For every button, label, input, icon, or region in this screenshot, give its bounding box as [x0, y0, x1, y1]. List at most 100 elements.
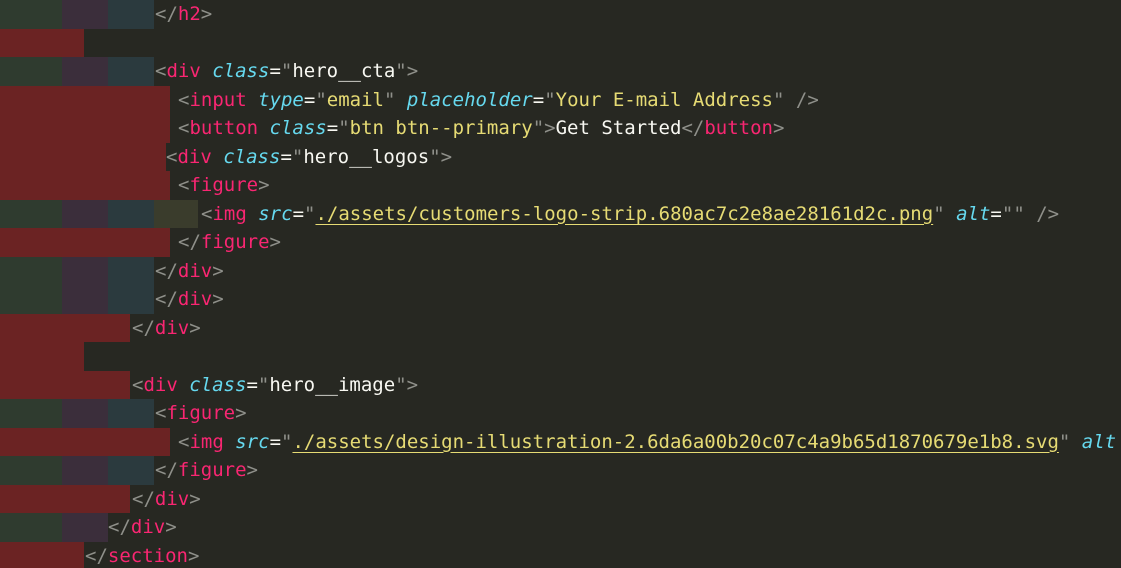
code-token-punct: > [772, 117, 785, 139]
code-token-tag: figure [189, 174, 259, 196]
code-token-tag: div [177, 259, 213, 282]
code-token-punct: > [165, 516, 177, 538]
code-token-punct: < [178, 430, 190, 453]
code-token-eq: = [269, 60, 281, 82]
indent-guide [0, 513, 38, 542]
code-token-tag: section [107, 544, 188, 567]
indent-guide [38, 456, 62, 485]
code-line-text: <figure> [178, 171, 270, 200]
indent-guide [62, 456, 108, 485]
code-token-punct: > [406, 373, 419, 396]
code-line[interactable]: </div> [0, 256, 1121, 285]
indent-guide [38, 256, 62, 285]
code-line[interactable] [0, 28, 1121, 57]
code-token-eq: = [303, 88, 316, 111]
code-token-str: email [326, 88, 384, 111]
code-line[interactable]: <input type="email" placeholder="Your E-… [0, 85, 1121, 114]
code-token-eq: = [269, 430, 282, 453]
code-line[interactable]: </div> [0, 285, 1121, 314]
code-line[interactable]: <img src="./assets/customers-logo-strip.… [0, 199, 1121, 228]
indent-guide [38, 199, 62, 228]
code-line-text: </div> [108, 513, 177, 542]
code-line-text: <button class="btn btn--primary">Get Sta… [178, 114, 784, 143]
code-line[interactable]: </h2> [0, 0, 1121, 29]
indent-guide [108, 57, 154, 86]
code-line[interactable]: </div> [0, 513, 1121, 542]
code-token-tag: div [154, 316, 190, 339]
indent-guide [0, 28, 84, 57]
code-token-punct: " [933, 202, 945, 225]
code-token-punct: " [291, 145, 304, 168]
code-line[interactable]: </div> [0, 484, 1121, 513]
indent-guide [62, 57, 108, 86]
code-token-punct: < [178, 174, 190, 196]
code-editor[interactable]: </h2> <div class="hero__cta"> <input type=… [0, 0, 1121, 568]
code-line-text: </div> [132, 314, 201, 343]
code-token-eq: = [246, 373, 258, 396]
code-token-eq: = [292, 202, 305, 225]
indent-guide [62, 256, 108, 285]
code-token-punct: > [269, 231, 281, 253]
code-token-tag: div [130, 516, 166, 538]
code-line[interactable]: <div class="hero__image"> [0, 370, 1121, 399]
code-line[interactable]: </div> [0, 313, 1121, 343]
code-token-punct: < [178, 88, 190, 111]
code-line[interactable]: <img src="./assets/design-illustration-2… [0, 427, 1121, 456]
code-line[interactable] [0, 342, 1121, 371]
code-line[interactable]: </section> [0, 541, 1121, 568]
code-line[interactable]: </figure> [0, 228, 1121, 257]
code-token-punct: " [429, 145, 441, 168]
code-token-tag: figure [166, 402, 236, 424]
code-token-punct: > [212, 288, 224, 310]
code-line-text: <figure> [155, 399, 247, 428]
code-token-punct: < [201, 202, 213, 225]
code-line[interactable]: <figure> [0, 171, 1121, 200]
code-token-tag: figure [177, 459, 247, 481]
code-token-tag: input [189, 88, 247, 111]
code-line-text: </figure> [178, 228, 281, 257]
code-line[interactable]: <button class="btn btn--primary">Get Sta… [0, 114, 1121, 143]
code-token-tag: h2 [177, 3, 201, 25]
code-line[interactable]: <div class="hero__logos"> [0, 142, 1121, 171]
indent-guide [38, 399, 62, 428]
code-token-punct: " [772, 88, 785, 111]
code-token-eq: = [990, 202, 1002, 225]
indent-guide [0, 456, 38, 485]
code-token-link[interactable]: ./assets/customers-logo-strip.680ac7c2e8… [315, 203, 933, 225]
indent-guide [0, 342, 84, 371]
code-line[interactable]: <figure> [0, 399, 1121, 428]
code-token-punct: > [235, 402, 247, 424]
code-token-punct: < [132, 373, 144, 396]
indent-guide [154, 199, 198, 228]
indent-guide [62, 199, 108, 228]
code-token-punct: " [304, 202, 316, 225]
code-token-punct: " [338, 117, 350, 139]
code-line[interactable]: </figure> [0, 456, 1121, 485]
code-token-punct: < [166, 145, 178, 168]
code-token-punct: </ [132, 487, 155, 510]
code-line[interactable]: <div class="hero__cta"> [0, 57, 1121, 86]
code-token-plain: hero__cta [292, 60, 396, 82]
code-token-attr: type [258, 88, 304, 111]
indent-guide [38, 0, 62, 29]
code-token-tag: div [154, 487, 190, 510]
indent-guide [0, 399, 38, 428]
indent-guide [0, 85, 170, 114]
code-token-punct: " [544, 88, 556, 111]
indent-guide [38, 57, 62, 86]
code-line-text: </h2> [155, 0, 212, 29]
indent-guide [62, 285, 108, 314]
code-token-punct: </ [155, 259, 178, 282]
code-token-punct: /> [1024, 202, 1060, 225]
code-token-plain: hero__logos [303, 145, 430, 168]
code-token-punct: </ [155, 288, 178, 310]
indent-guide [0, 541, 84, 568]
code-token-link[interactable]: ./assets/design-illustration-2.6da6a00b2… [292, 431, 1058, 453]
code-token-punct: " [395, 373, 407, 396]
code-token-attr: class [189, 373, 247, 396]
indent-guide [0, 427, 170, 456]
